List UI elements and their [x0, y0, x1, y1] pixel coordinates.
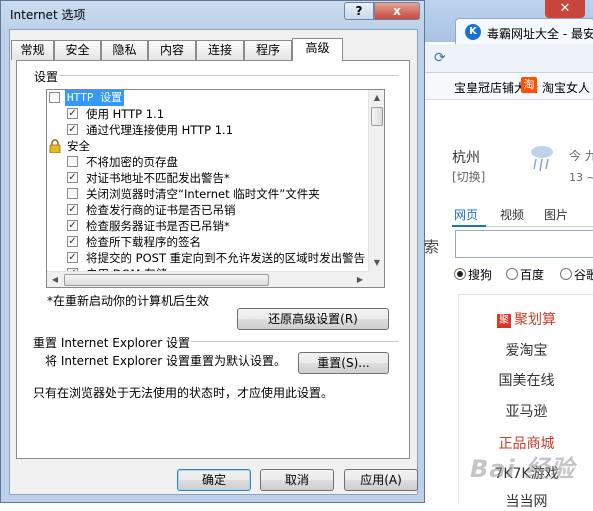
engine-label: 搜狗 — [468, 268, 493, 282]
horizontal-scroll-thumb[interactable] — [64, 274, 269, 286]
scroll-right-icon[interactable]: ▶ — [352, 272, 368, 287]
city-switch-link[interactable]: [切换] — [452, 168, 485, 185]
scrollbar-corner — [368, 271, 384, 287]
lock-icon — [49, 139, 61, 153]
engine-option-google[interactable]: 谷歌 — [560, 266, 593, 283]
settings-group-label: 设置 — [34, 68, 61, 85]
favorites-bar: 宝皇冠店铺大全 淘 淘宝女人 — [420, 73, 593, 100]
weather-today: 今 九 — [569, 149, 593, 163]
reset-description: 将 Internet Explorer 设置重置为默认设置。 — [45, 354, 287, 368]
engine-option-baidu[interactable]: 百度 — [506, 266, 544, 283]
close-button[interactable]: x — [374, 2, 420, 20]
checkbox-checked-icon[interactable]: ✓ — [67, 220, 78, 231]
tree-item-label: 检查服务器证书是否已吊销* — [86, 219, 230, 233]
engine-label: 谷歌 — [574, 268, 593, 282]
weather-rain-icon — [531, 146, 553, 172]
search-label: 索 — [424, 238, 440, 256]
horizontal-scrollbar[interactable]: ◀ ▶ — [47, 271, 368, 287]
restart-note: *在重新启动你的计算机后生效 — [47, 294, 210, 308]
dialog-title: Internet 选项 — [10, 8, 86, 22]
scroll-down-icon[interactable]: ▼ — [370, 255, 384, 271]
tree-item-label: 检查发行商的证书是否已吊销 — [86, 203, 236, 217]
divider — [191, 341, 399, 342]
search-tab-images[interactable]: 图片 — [544, 206, 568, 223]
settings-tree[interactable]: HTTP 设置 ✓ 使用 HTTP 1.1 ✓ 通过代理连接使用 HTTP 1.… — [46, 89, 385, 288]
active-tab-indicator — [452, 225, 486, 227]
duba-logo-icon: K — [465, 24, 481, 40]
tree-item-label: 关闭浏览器时清空“Internet 临时文件”文件夹 — [86, 187, 320, 201]
site-link-dangdang[interactable]: 当当网 — [459, 491, 593, 511]
engine-label: 百度 — [520, 268, 545, 282]
checkbox-checked-icon[interactable]: ✓ — [67, 204, 78, 215]
site-link-amazon[interactable]: 亚马逊 — [459, 401, 593, 421]
restore-advanced-settings-button[interactable]: 还原高级设置(R) — [237, 308, 389, 330]
tab-privacy[interactable]: 隐私 — [101, 40, 148, 60]
apply-button[interactable]: 应用(A) — [344, 469, 418, 491]
radio-icon — [560, 268, 572, 280]
tree-item-label: HTTP 设置 — [63, 90, 126, 107]
tab-security[interactable]: 安全 — [54, 40, 101, 60]
vertical-scrollbar[interactable]: ▲ ▼ — [368, 90, 384, 271]
checkbox-checked-icon[interactable]: ✓ — [67, 172, 78, 183]
search-tab-web[interactable]: 网页 — [454, 206, 478, 223]
checkbox-unchecked-icon[interactable] — [67, 188, 78, 199]
tab-connections[interactable]: 连接 — [196, 40, 244, 60]
checkbox-checked-icon[interactable]: ✓ — [67, 236, 78, 247]
site-link-aitaobao[interactable]: 爱淘宝 — [459, 340, 593, 360]
tab-programs[interactable]: 程序 — [244, 40, 292, 60]
radio-icon — [506, 268, 518, 280]
browser-tab-title: 毒霸网址大全 - 最安 — [487, 27, 593, 41]
tab-general[interactable]: 常规 — [11, 40, 54, 60]
radio-selected-icon — [454, 268, 466, 280]
juhuasuan-icon: 聚 — [497, 314, 511, 328]
site-link-juhuasuan[interactable]: 聚聚划算 — [459, 309, 593, 329]
tab-advanced[interactable]: 高级 — [292, 38, 343, 61]
baidu-jingyan-watermark: Bai 经验 — [470, 455, 576, 483]
browser-close-button[interactable]: ✕ — [545, 0, 585, 18]
scroll-up-icon[interactable]: ▲ — [370, 90, 384, 106]
ok-button[interactable]: 确定 — [177, 469, 251, 491]
checkbox-checked-icon[interactable]: ✓ — [67, 252, 78, 263]
engine-option-sogou[interactable]: 搜狗 — [454, 266, 492, 283]
site-link-gome[interactable]: 国美在线 — [459, 370, 593, 390]
tab-content[interactable]: 内容 — [148, 40, 196, 60]
browser-nav-bar: ⟳ — [420, 44, 593, 73]
search-tab-video[interactable]: 视频 — [500, 206, 524, 223]
reset-button[interactable]: 重置(S)... — [298, 352, 389, 374]
internet-options-dialog: Internet 选项 ? x 常规 安全 隐私 内容 连接 程序 高级 设置 … — [0, 0, 425, 503]
checkbox-unchecked-icon[interactable] — [67, 156, 78, 167]
help-button[interactable]: ? — [344, 2, 374, 20]
reset-group-label: 重置 Internet Explorer 设置 — [33, 334, 195, 351]
checkbox-unchecked-icon[interactable] — [49, 92, 60, 103]
tree-category-label: 安全 — [67, 139, 90, 153]
tree-item-label: 通过代理连接使用 HTTP 1.1 — [86, 123, 234, 137]
divider — [59, 75, 399, 76]
tree-item-label: 对证书地址不匹配发出警告* — [86, 171, 230, 185]
cancel-button[interactable]: 取消 — [260, 469, 334, 491]
tree-item-label: 使用 HTTP 1.1 — [86, 107, 165, 121]
search-input[interactable] — [455, 230, 593, 258]
taobao-icon: 淘 — [521, 77, 537, 93]
tree-item-label: 检查所下载程序的签名 — [86, 235, 201, 249]
tree-item-label: 不将加密的页存盘 — [86, 155, 178, 169]
refresh-icon[interactable]: ⟳ — [434, 50, 446, 66]
vertical-scroll-thumb[interactable] — [371, 107, 383, 126]
checkbox-checked-icon[interactable]: ✓ — [67, 108, 78, 119]
reset-warning: 只有在浏览器处于无法使用的状态时，才应使用此设置。 — [33, 386, 334, 400]
weather-city: 杭州 — [452, 150, 480, 166]
weather-range: 13 ~ — [569, 171, 593, 184]
tree-item-label: 将提交的 POST 重定向到不允许发送的区域时发出警告 — [86, 251, 366, 265]
site-link-label: 聚划算 — [514, 312, 556, 328]
checkbox-checked-icon[interactable]: ✓ — [67, 124, 78, 135]
browser-tab[interactable]: K 毒霸网址大全 - 最安 — [455, 18, 593, 45]
scroll-left-icon[interactable]: ◀ — [47, 272, 63, 287]
favorite-link[interactable]: 淘宝女人 — [542, 79, 590, 96]
